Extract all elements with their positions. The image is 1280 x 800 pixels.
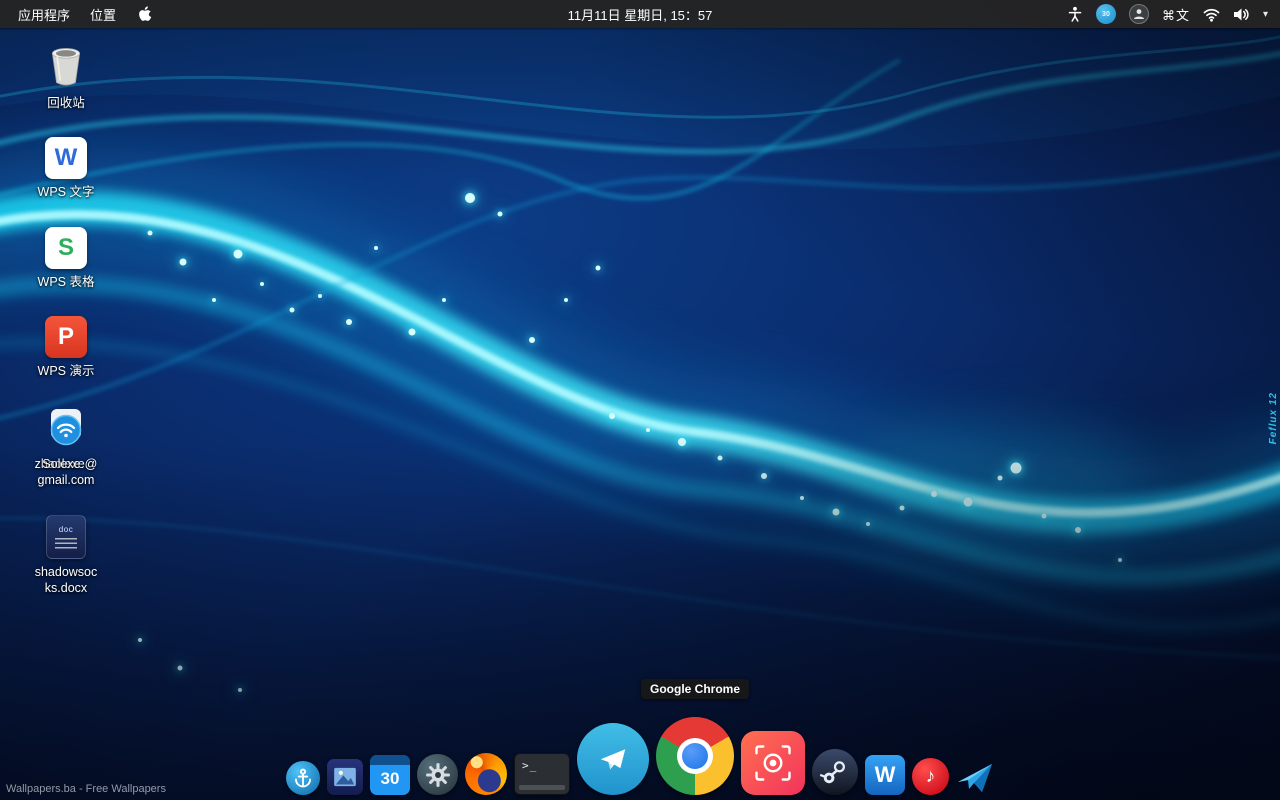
gear-glyph (425, 762, 450, 787)
desktop-icon-shadowsocks-docx[interactable]: doc shadowsoc ks.docx (16, 514, 116, 597)
shadowsocks-plane-icon (956, 757, 994, 795)
trash-icon (51, 48, 81, 86)
dock-item-shadowsocks[interactable] (956, 757, 994, 795)
steam-icon (812, 749, 858, 795)
icon-label: WPS 表格 (37, 274, 95, 289)
telegram-icon (577, 723, 649, 795)
dock-item-wps-office[interactable]: W (865, 755, 905, 795)
accessibility-icon[interactable] (1067, 6, 1083, 22)
firefox-icon (465, 753, 507, 795)
dock-item-google-chrome[interactable]: Google Chrome (640, 679, 750, 795)
icon-label: 回收站 (47, 96, 85, 110)
user-menu-icon[interactable] (1128, 4, 1149, 24)
wps-writer-letter: W (54, 144, 78, 172)
screenshot-camera-icon (741, 731, 805, 795)
dock-item-netease-music[interactable]: ♪ (912, 758, 949, 795)
photos-icon (327, 759, 363, 795)
input-method-indicator[interactable]: ⌘文 (1162, 5, 1190, 24)
dock-item-firefox[interactable] (465, 753, 507, 795)
wps-spreadsheets-letter: S (57, 233, 74, 261)
menubar-status-area: 30 ⌘文 ▾ (1067, 4, 1272, 24)
plank-anchor-icon (286, 761, 320, 795)
volume-glyph (1233, 8, 1249, 20)
wps-office-letter: W (874, 762, 896, 787)
icon-label: ks.docx (44, 580, 88, 595)
icon-label: shadowsoc (34, 564, 98, 579)
dock-item-plank[interactable] (286, 761, 320, 795)
chrome-icon (656, 717, 734, 795)
wps-presentation-icon: P (45, 315, 87, 358)
dock-tooltip: Google Chrome (640, 679, 750, 699)
desktop-icon-wps-presentation[interactable]: P WPS 演示 (16, 315, 116, 379)
apple-logo-icon[interactable] (130, 5, 161, 23)
dock-item-settings[interactable] (417, 754, 458, 795)
anchor-glyph (295, 768, 311, 788)
gear-icon (417, 754, 458, 795)
photos-glyph (334, 767, 356, 787)
paper-plane-glyph (958, 764, 992, 792)
dock-item-calendar[interactable]: 30 (370, 755, 410, 795)
desktop-icon-wps-spreadsheets[interactable]: S WPS 表格 (16, 226, 116, 290)
wps-spreadsheets-icon: S (45, 226, 87, 269)
calendar-date: 30 (380, 769, 400, 788)
calendar-header (370, 755, 410, 765)
user-glyph (1133, 9, 1144, 19)
system-menu-caret-icon[interactable]: ▾ (1263, 9, 1268, 20)
wifi-icon[interactable] (1203, 7, 1220, 22)
desktop-screen: Feflux 12 Wallpapers.ba - Free Wallpaper… (0, 0, 1280, 800)
icon-label-overlay: Solexe (42, 457, 81, 471)
apple-logo-glyph (139, 6, 152, 21)
wps-office-icon: W (865, 755, 905, 795)
wps-writer-icon: W (45, 137, 87, 180)
icon-label: WPS 文字 (37, 185, 95, 200)
desktop-icon-wps-writer[interactable]: W WPS 文字 (16, 137, 116, 200)
desktop-icon-trash[interactable]: 回收站 (16, 44, 116, 111)
wifi-glyph (1203, 8, 1220, 22)
shadowsocks-account-icon (43, 405, 89, 451)
dock-item-telegram[interactable] (577, 723, 649, 795)
wps-presentation-letter: P (57, 322, 74, 350)
docx-file-icon: doc (46, 514, 86, 559)
menubar-clock[interactable]: 11月11日 星期日, 15：57 (568, 5, 713, 24)
menu-applications[interactable]: 应用程序 (8, 0, 80, 28)
calendar-icon: 30 (370, 755, 410, 795)
docx-badge: doc (58, 524, 74, 534)
terminal-prompt: >_ (522, 759, 538, 772)
dock-item-screenshot[interactable] (741, 731, 805, 795)
dock-item-photos[interactable] (327, 759, 363, 795)
dock-item-terminal[interactable]: >_ (514, 753, 570, 795)
camera-glyph (755, 745, 791, 781)
desktop-icon-column: 回收站 W WPS 文字 S WPS 表格 P WPS 演示 Solexe zh… (16, 44, 116, 622)
wallpaper-image (0, 0, 1280, 800)
dock: 30 >_ Google Chrome W ♪ (0, 679, 1280, 800)
accessibility-glyph (1068, 6, 1082, 22)
music-note-glyph: ♪ (925, 765, 936, 787)
shadowsocks-account-glyph (50, 409, 82, 446)
menubar: 应用程序 位置 11月11日 星期日, 15：57 30 ⌘文 ▾ (0, 0, 1280, 28)
volume-icon[interactable] (1233, 7, 1250, 22)
flux-badge: 30 (1102, 10, 1110, 18)
menu-places[interactable]: 位置 (80, 0, 126, 28)
desktop-icon-shadowsocks-account[interactable]: Solexe zhaolexe@ gmail.com (16, 405, 116, 489)
netease-music-icon: ♪ (912, 758, 949, 795)
icon-label: gmail.com (37, 473, 95, 488)
docx-text-lines (55, 537, 77, 549)
steam-glyph (819, 761, 845, 784)
wallpaper-signature: Feflux 12 (1268, 392, 1279, 445)
icon-label: WPS 演示 (37, 363, 95, 378)
telegram-plane-glyph (600, 749, 626, 770)
flux-indicator-icon[interactable]: 30 (1095, 4, 1116, 24)
terminal-icon: >_ (514, 753, 570, 795)
dock-item-steam[interactable] (812, 749, 858, 795)
